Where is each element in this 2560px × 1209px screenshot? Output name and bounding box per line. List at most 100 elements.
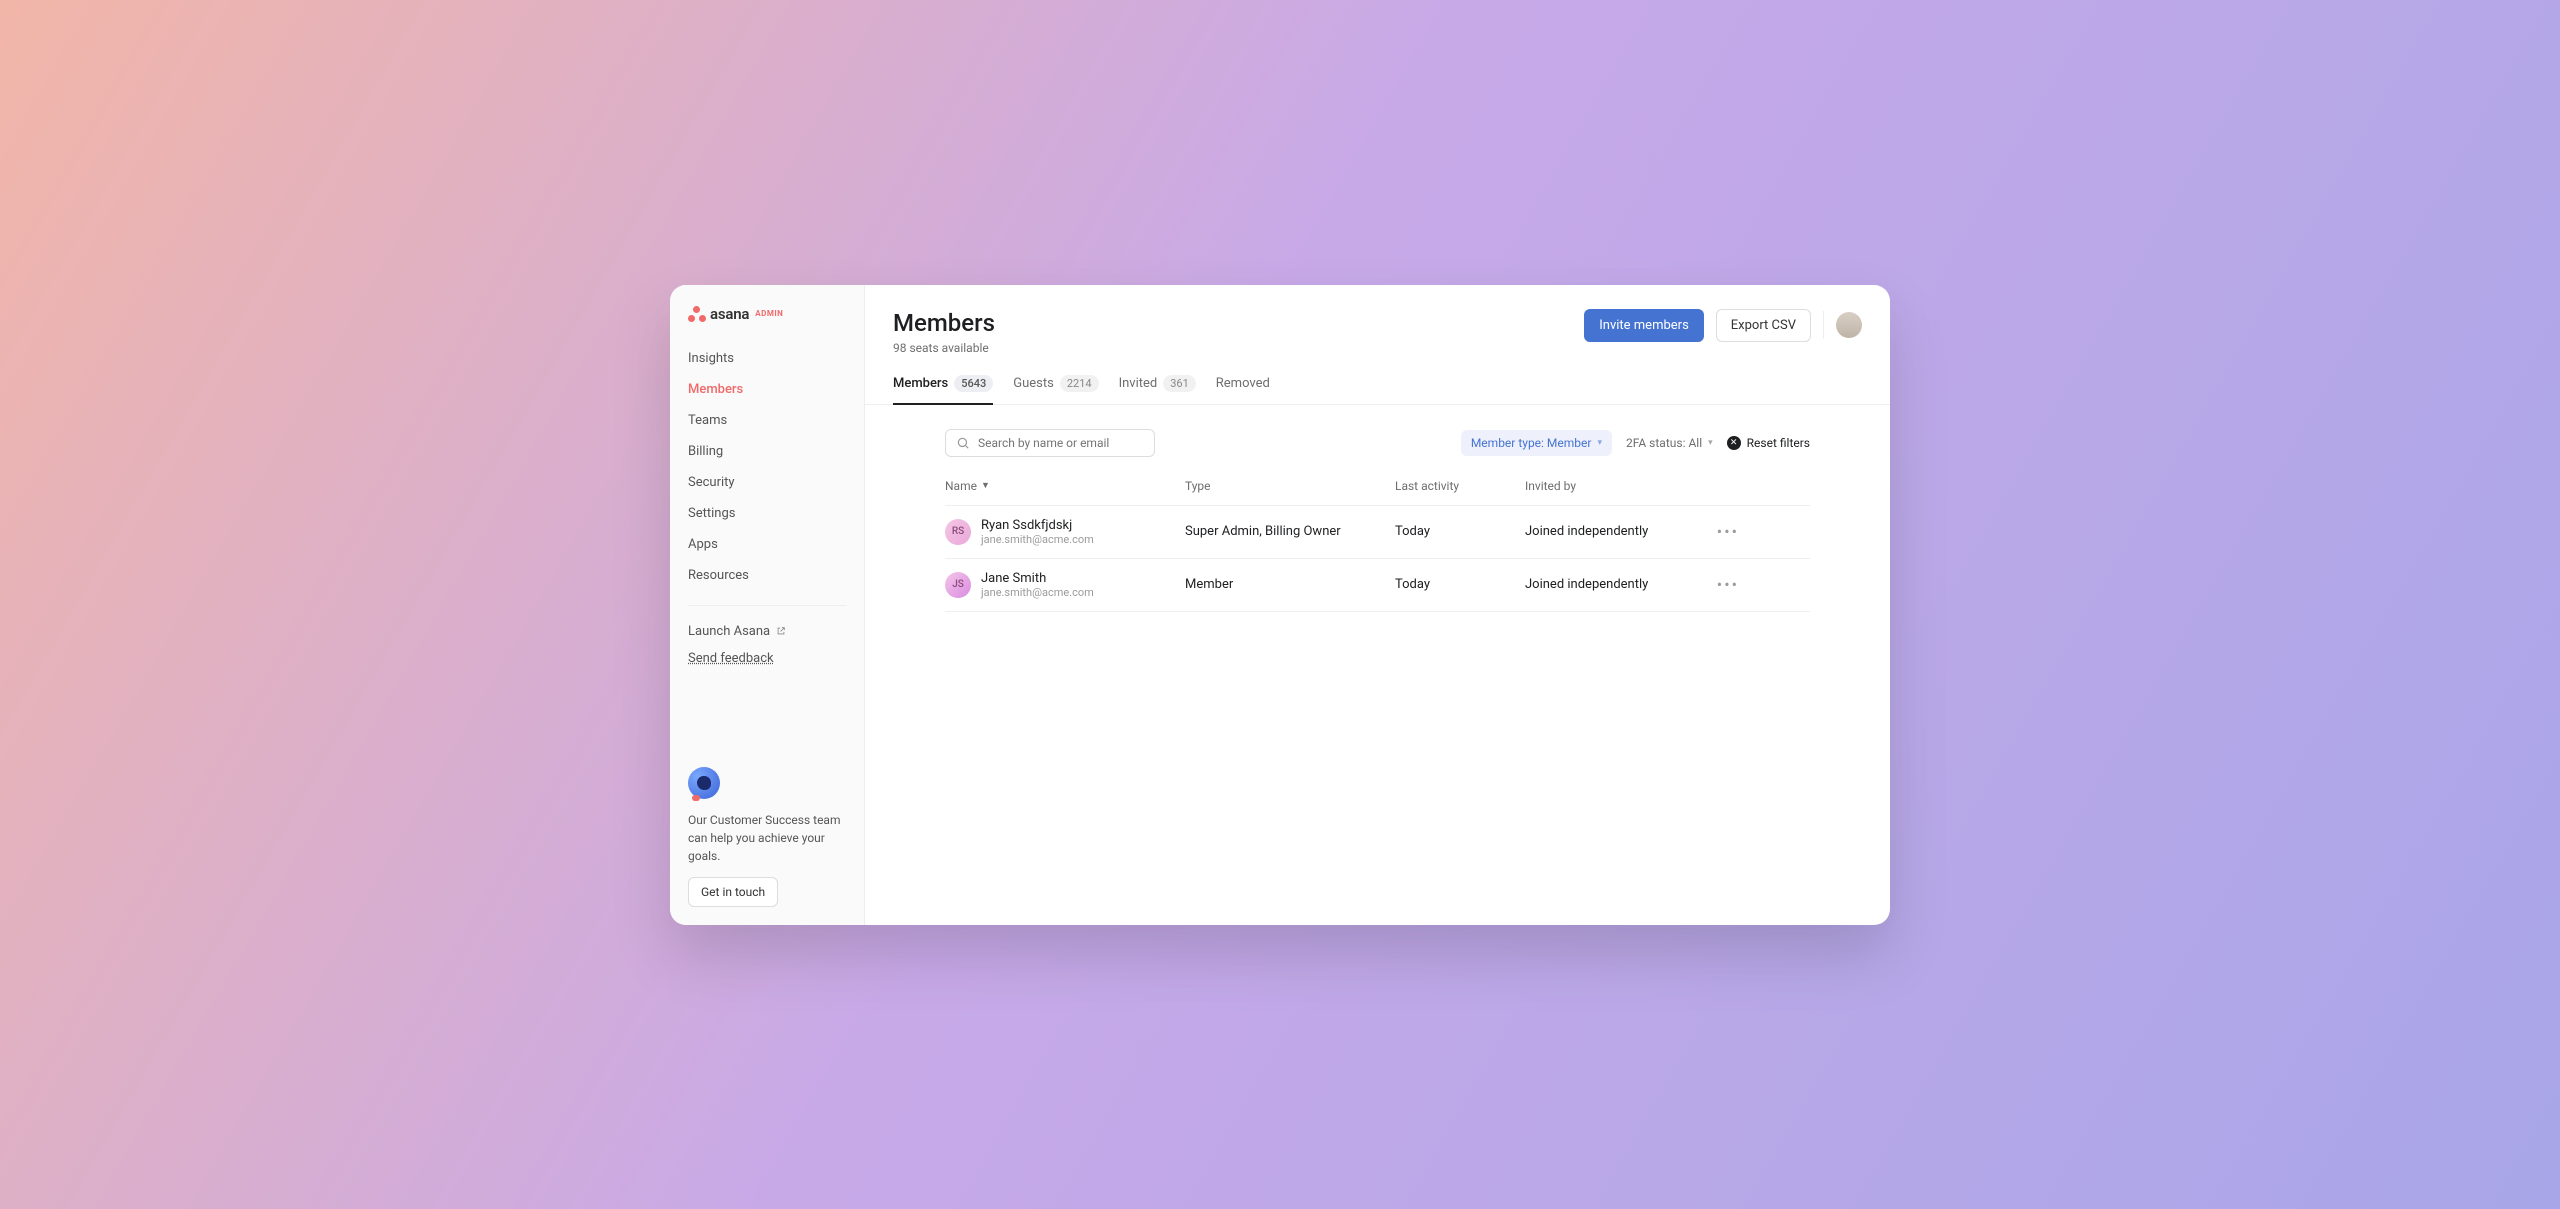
- sidebar-item-insights[interactable]: Insights: [670, 343, 864, 374]
- search-box[interactable]: [945, 429, 1155, 457]
- table-header: Name ▼ Type Last activity Invited by: [945, 479, 1810, 505]
- row-actions-button[interactable]: •••: [1705, 575, 1745, 594]
- header-left: Members 98 seats available: [893, 309, 1584, 355]
- divider: [688, 605, 846, 606]
- promo-illustration-icon: [688, 767, 720, 799]
- logo-text: asana: [710, 305, 749, 323]
- tab-label: Guests: [1013, 376, 1054, 391]
- column-header-last-activity[interactable]: Last activity: [1395, 479, 1525, 493]
- table-row[interactable]: JS Jane Smith jane.smith@acme.com Member…: [945, 558, 1810, 612]
- count-badge: 2214: [1060, 375, 1099, 392]
- member-invited-by: Joined independently: [1525, 577, 1705, 592]
- count-badge: 5643: [954, 375, 993, 392]
- tab-label: Members: [893, 376, 948, 391]
- logo: asana ADMIN: [670, 305, 864, 339]
- promo-button-label: Get in touch: [701, 885, 765, 899]
- sidebar-item-label: Settings: [688, 506, 735, 521]
- member-last-activity: Today: [1395, 524, 1525, 539]
- tabs: Members 5643 Guests 2214 Invited 361 Rem…: [865, 365, 1890, 405]
- column-header-name[interactable]: Name ▼: [945, 479, 1185, 493]
- member-name: Jane Smith: [981, 571, 1094, 586]
- spacer: [670, 670, 864, 767]
- row-actions-button[interactable]: •••: [1705, 522, 1745, 541]
- promo-text: Our Customer Success team can help you a…: [688, 811, 846, 865]
- column-header-invited-by[interactable]: Invited by: [1525, 479, 1705, 493]
- toolbar: Member type: Member ▾ 2FA status: All ▾ …: [945, 429, 1810, 457]
- member-avatar: RS: [945, 519, 971, 545]
- sort-descending-icon: ▼: [981, 480, 990, 491]
- reset-filters-button[interactable]: ✕ Reset filters: [1727, 436, 1810, 450]
- sidebar-nav: Insights Members Teams Billing Security …: [670, 339, 864, 595]
- tab-guests[interactable]: Guests 2214: [1013, 375, 1098, 404]
- member-type: Member: [1185, 577, 1395, 592]
- asana-logo-icon: [688, 306, 706, 322]
- sidebar-item-settings[interactable]: Settings: [670, 498, 864, 529]
- tab-removed[interactable]: Removed: [1216, 375, 1270, 404]
- sidebar-item-billing[interactable]: Billing: [670, 436, 864, 467]
- name-block: Ryan Ssdkfjdskj jane.smith@acme.com: [981, 518, 1094, 546]
- member-last-activity: Today: [1395, 577, 1525, 592]
- tab-label: Removed: [1216, 376, 1270, 391]
- tab-members[interactable]: Members 5643: [893, 375, 993, 404]
- chevron-down-icon: ▾: [1597, 438, 1602, 448]
- app-window: asana ADMIN Insights Members Teams Billi…: [670, 285, 1890, 925]
- promo-block: Our Customer Success team can help you a…: [670, 767, 864, 907]
- tab-invited[interactable]: Invited 361: [1119, 375, 1196, 404]
- sidebar-item-resources[interactable]: Resources: [670, 560, 864, 591]
- sidebar-item-teams[interactable]: Teams: [670, 405, 864, 436]
- chevron-down-icon: ▾: [1708, 438, 1713, 448]
- filter-label: 2FA status: All: [1626, 436, 1702, 450]
- member-invited-by: Joined independently: [1525, 524, 1705, 539]
- table-row[interactable]: RS Ryan Ssdkfjdskj jane.smith@acme.com S…: [945, 505, 1810, 558]
- export-csv-button[interactable]: Export CSV: [1716, 309, 1811, 342]
- sidebar-item-label: Resources: [688, 568, 749, 583]
- member-email: jane.smith@acme.com: [981, 533, 1094, 546]
- name-cell: JS Jane Smith jane.smith@acme.com: [945, 571, 1185, 599]
- column-label: Name: [945, 479, 977, 493]
- clear-icon: ✕: [1727, 436, 1741, 450]
- sidebar-item-label: Apps: [688, 537, 718, 552]
- divider: [1823, 311, 1824, 339]
- search-input[interactable]: [978, 436, 1144, 450]
- invite-members-button[interactable]: Invite members: [1584, 309, 1704, 342]
- sidebar-item-label: Members: [688, 382, 743, 397]
- launch-label: Launch Asana: [688, 624, 770, 639]
- column-header-type[interactable]: Type: [1185, 479, 1395, 493]
- sidebar-item-label: Teams: [688, 413, 727, 428]
- content-area: Member type: Member ▾ 2FA status: All ▾ …: [865, 405, 1890, 612]
- sidebar-item-members[interactable]: Members: [670, 374, 864, 405]
- launch-asana-link[interactable]: Launch Asana: [670, 616, 864, 647]
- sidebar-item-apps[interactable]: Apps: [670, 529, 864, 560]
- member-name: Ryan Ssdkfjdskj: [981, 518, 1094, 533]
- reset-label: Reset filters: [1747, 436, 1810, 450]
- sidebar-item-security[interactable]: Security: [670, 467, 864, 498]
- seats-available: 98 seats available: [893, 341, 1584, 355]
- name-block: Jane Smith jane.smith@acme.com: [981, 571, 1094, 599]
- button-label: Export CSV: [1731, 318, 1796, 333]
- member-email: jane.smith@acme.com: [981, 586, 1094, 599]
- get-in-touch-button[interactable]: Get in touch: [688, 877, 778, 907]
- member-avatar: JS: [945, 572, 971, 598]
- sidebar: asana ADMIN Insights Members Teams Billi…: [670, 285, 865, 925]
- filter-member-type[interactable]: Member type: Member ▾: [1461, 430, 1612, 456]
- current-user-avatar[interactable]: [1836, 312, 1862, 338]
- search-icon: [956, 436, 970, 450]
- external-link-icon: [776, 626, 786, 636]
- send-feedback-link[interactable]: Send feedback: [670, 647, 864, 670]
- sidebar-item-label: Security: [688, 475, 735, 490]
- filter-label: Member type: Member: [1471, 436, 1592, 450]
- tab-label: Invited: [1119, 376, 1158, 391]
- sidebar-item-label: Billing: [688, 444, 723, 459]
- header-actions: Invite members Export CSV: [1584, 309, 1862, 342]
- filter-2fa-status[interactable]: 2FA status: All ▾: [1626, 436, 1713, 450]
- logo-suffix: ADMIN: [755, 309, 783, 318]
- name-cell: RS Ryan Ssdkfjdskj jane.smith@acme.com: [945, 518, 1185, 546]
- feedback-label: Send feedback: [688, 651, 774, 666]
- count-badge: 361: [1163, 375, 1196, 392]
- button-label: Invite members: [1599, 318, 1689, 333]
- members-table: Name ▼ Type Last activity Invited by RS …: [945, 479, 1810, 612]
- page-title: Members: [893, 309, 1584, 337]
- member-type: Super Admin, Billing Owner: [1185, 524, 1395, 539]
- main-panel: Members 98 seats available Invite member…: [865, 285, 1890, 925]
- page-header: Members 98 seats available Invite member…: [865, 285, 1890, 365]
